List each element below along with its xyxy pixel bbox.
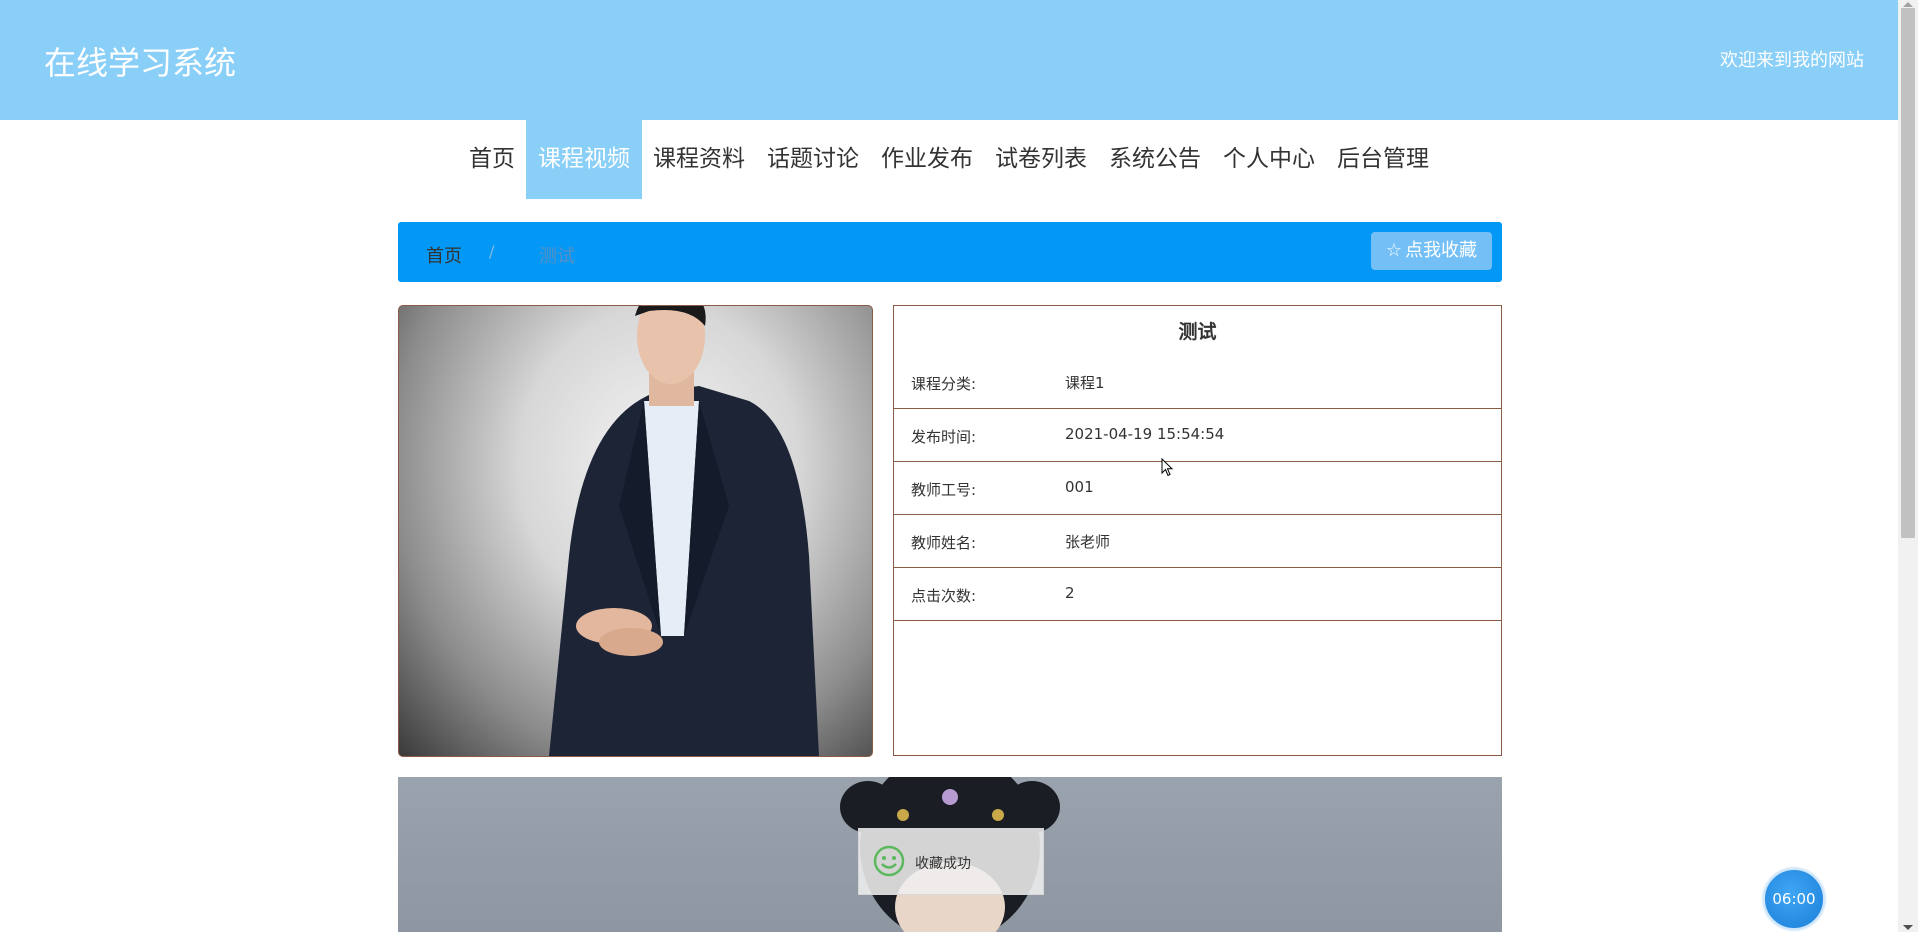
favorite-button[interactable]: ☆ 点我收藏 — [1371, 232, 1492, 270]
teacher-name-value: 张老师 — [1065, 533, 1111, 551]
nav-item-home[interactable]: 首页 — [458, 120, 526, 199]
teacher-photo — [549, 306, 819, 756]
nav-item-personal-center[interactable]: 个人中心 — [1212, 120, 1326, 199]
star-icon: ☆ — [1385, 240, 1403, 261]
publish-time-value: 2021-04-19 15:54:54 — [1065, 425, 1225, 443]
breadcrumb-separator: / — [489, 242, 495, 261]
course-title: 测试 — [1178, 321, 1217, 343]
site-header: 在线学习系统 欢迎来到我的网站 — [0, 0, 1898, 120]
nav-item-exam-list[interactable]: 试卷列表 — [984, 120, 1098, 199]
page-scrollbar[interactable] — [1898, 0, 1918, 932]
breadcrumb-home-link[interactable]: 首页 — [426, 242, 462, 268]
category-value: 课程1 — [1065, 374, 1105, 392]
timer-badge[interactable]: 06:00 — [1763, 868, 1825, 930]
teacher-name-label: 教师姓名: — [911, 534, 977, 552]
click-count-value: 2 — [1065, 584, 1075, 602]
breadcrumb-current: 测试 — [539, 246, 575, 267]
smile-icon — [873, 845, 905, 877]
info-row-teacher-name: 教师姓名: 张老师 — [894, 515, 1501, 568]
teacher-id-label: 教师工号: — [911, 481, 977, 499]
teacher-id-value: 001 — [1065, 478, 1094, 496]
nav-item-course-videos[interactable]: 课程视频 — [526, 120, 642, 199]
click-count-label: 点击次数: — [911, 587, 977, 605]
nav-item-announcements[interactable]: 系统公告 — [1098, 120, 1212, 199]
scroll-down-arrow-icon[interactable] — [1903, 925, 1913, 930]
toast-message: 收藏成功 — [915, 856, 971, 872]
breadcrumb: 首页 / 测试 ☆ 点我收藏 — [398, 222, 1502, 282]
main-nav: 首页 课程视频 课程资料 话题讨论 作业发布 试卷列表 系统公告 个人中心 后台… — [458, 120, 1440, 199]
scroll-up-arrow-icon[interactable] — [1903, 2, 1913, 7]
site-title[interactable]: 在线学习系统 — [44, 38, 236, 84]
mouse-cursor-icon — [1161, 458, 1174, 477]
course-cover-image — [398, 305, 873, 757]
nav-item-homework[interactable]: 作业发布 — [870, 120, 984, 199]
info-row-publish-time: 发布时间: 2021-04-19 15:54:54 — [894, 409, 1501, 462]
info-row-teacher-id: 教师工号: 001 — [894, 462, 1501, 515]
nav-item-admin[interactable]: 后台管理 — [1326, 120, 1440, 199]
toast-notification: 收藏成功 — [858, 828, 1044, 895]
favorite-button-label: 点我收藏 — [1405, 240, 1478, 261]
publish-time-label: 发布时间: — [911, 428, 977, 446]
course-info-panel: 测试 课程分类: 课程1 发布时间: 2021-04-19 15:54:54 教… — [893, 305, 1502, 756]
category-label: 课程分类: — [911, 375, 977, 393]
welcome-text: 欢迎来到我的网站 — [1720, 50, 1864, 71]
nav-item-topic-discussion[interactable]: 话题讨论 — [756, 120, 870, 199]
scroll-thumb[interactable] — [1901, 8, 1915, 538]
nav-item-course-materials[interactable]: 课程资料 — [642, 120, 756, 199]
info-row-category: 课程分类: 课程1 — [894, 356, 1501, 409]
info-row-click-count: 点击次数: 2 — [894, 568, 1501, 621]
